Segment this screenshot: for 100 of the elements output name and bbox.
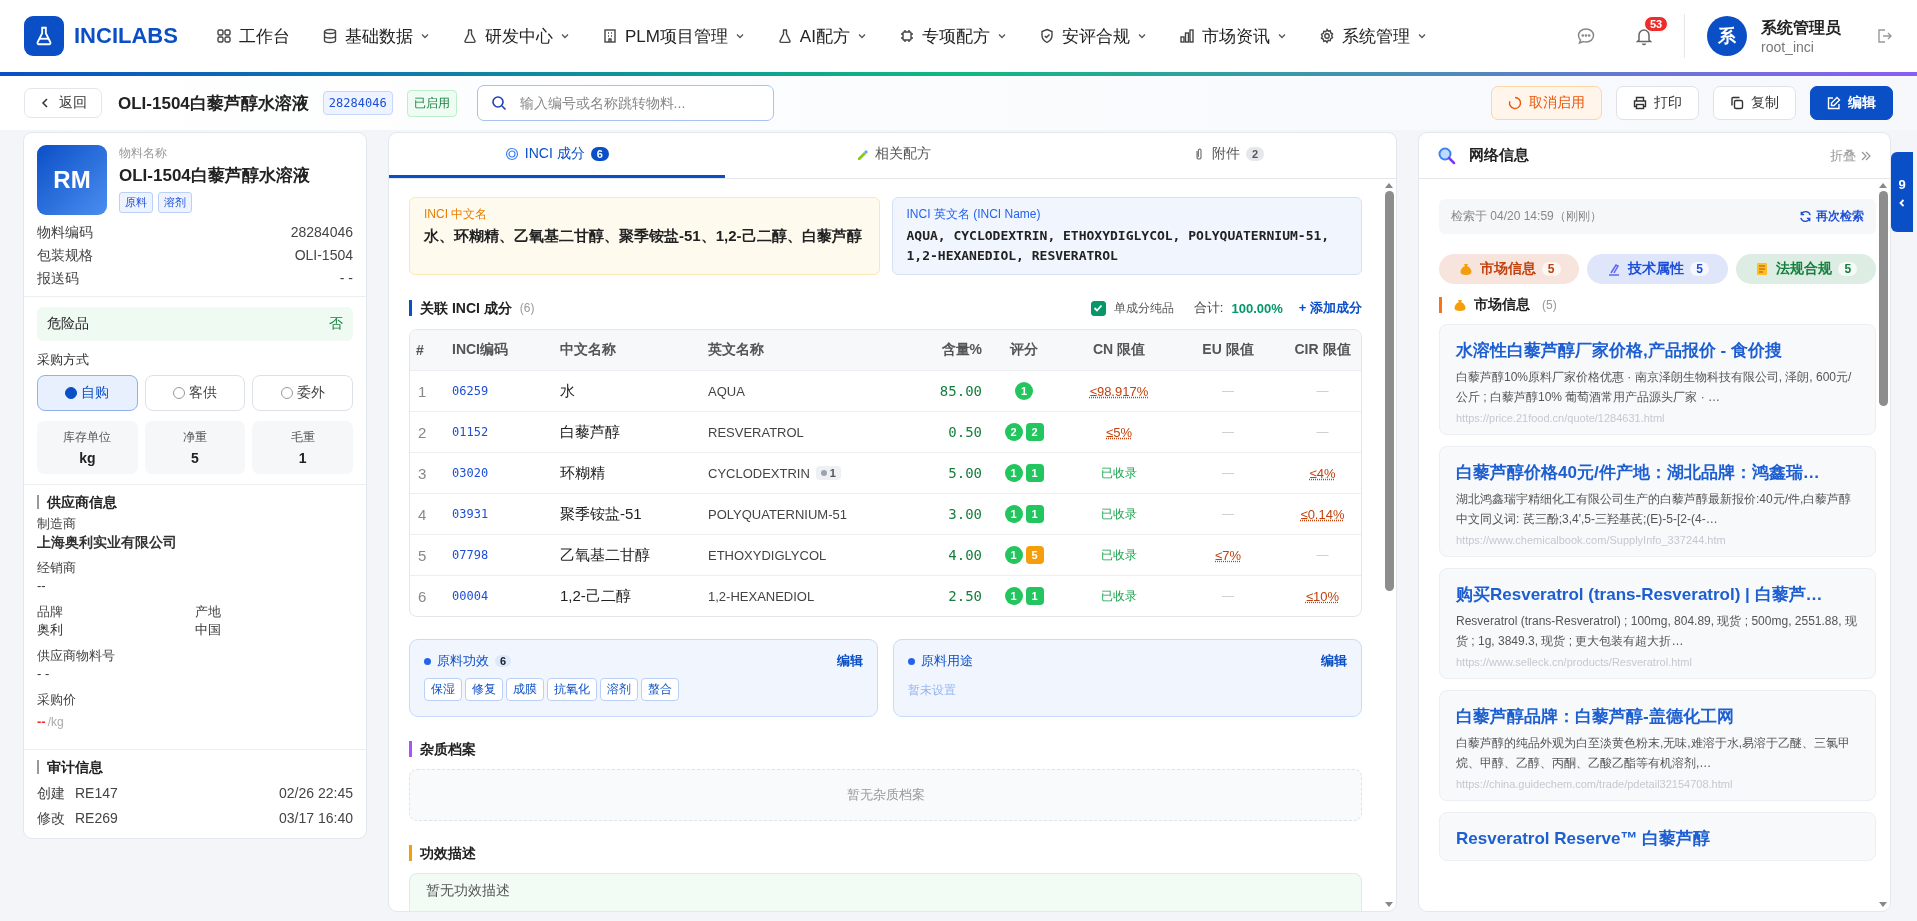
table-cell-text: 2.50 — [947, 588, 982, 604]
result-title-link[interactable]: 白藜芦醇价格40元/件产地：湖北品牌：鸿鑫瑞… — [1456, 461, 1861, 484]
nav-menu-item[interactable]: 专项配方 — [888, 18, 1017, 54]
nav-menu-item[interactable]: 市场资讯 — [1168, 18, 1297, 54]
refresh-icon — [1799, 210, 1812, 223]
score-badge: 1 — [1004, 464, 1023, 482]
category-chip[interactable]: 市场信息 5 — [1439, 254, 1580, 284]
grid-icon — [215, 28, 232, 44]
inci-code-link[interactable]: 03020 — [446, 466, 489, 480]
limit-value: ≤7% — [1215, 547, 1241, 563]
tab[interactable]: 附件 2 — [1060, 133, 1396, 178]
panel-title: 网络信息 — [1469, 146, 1529, 165]
listed-status: 已收录 — [1101, 546, 1137, 564]
field-label: 供应商物料号 — [37, 647, 116, 665]
logout-icon[interactable] — [1875, 27, 1893, 45]
effect-tag: 溶剂 — [600, 678, 638, 701]
limit-value: ≤10% — [1305, 588, 1340, 604]
inci-code-link[interactable]: 01152 — [446, 425, 489, 439]
building-icon — [601, 28, 618, 44]
score-badge: 2 — [1004, 423, 1023, 441]
nav-menu-item[interactable]: PLM项目管理 — [591, 18, 755, 54]
inci-code-link[interactable]: 07798 — [446, 548, 489, 562]
table-cell-text: 4.00 — [947, 547, 982, 563]
notification-badge: 53 — [1644, 16, 1669, 32]
money-bag-icon — [1452, 297, 1468, 313]
toolbar-button[interactable]: 复制 — [1713, 86, 1796, 120]
logo-icon — [24, 16, 64, 56]
total-value: 100.00% — [1231, 300, 1283, 316]
category-chip[interactable]: 技术属性 5 — [1587, 254, 1728, 284]
chat-icon[interactable] — [1576, 26, 1596, 46]
result-title-link[interactable]: Resveratrol Reserve™ 白藜芦醇 — [1456, 827, 1861, 850]
field-label: 产地 — [195, 603, 222, 621]
toolbar-button[interactable]: 编辑 — [1810, 86, 1893, 120]
inci-code-link[interactable]: 06259 — [446, 384, 489, 398]
purchase-option[interactable]: 客供 — [144, 375, 246, 411]
effect-tag: 保湿 — [424, 678, 462, 701]
search-field[interactable]: 输入编号或名称跳转物料... — [476, 85, 774, 121]
result-title-link[interactable]: 购买Resveratrol (trans-Resveratrol) | 白藜芦… — [1456, 583, 1861, 606]
card-label: INCI 中文名 — [424, 206, 489, 223]
chip-icon — [898, 28, 915, 44]
edit-link[interactable]: 编辑 — [837, 652, 863, 670]
field-label: 报送码 — [37, 269, 79, 288]
category-chip[interactable]: 法规合规 5 — [1735, 254, 1876, 284]
nav-menu-item[interactable]: AI配方 — [766, 18, 877, 54]
tab[interactable]: 相关配方 — [724, 133, 1061, 178]
user-account: root_inci — [1761, 38, 1815, 55]
row-number: 1 — [417, 382, 428, 400]
section-title: 功效描述 — [409, 845, 476, 861]
chevron-left-icon — [39, 97, 51, 109]
nav-menu-item[interactable]: 工作台 — [205, 18, 300, 54]
search-icon — [1437, 145, 1457, 166]
inci-code-link[interactable]: 00004 — [446, 589, 489, 603]
stat-label: 净重 — [183, 429, 207, 446]
add-ingredient-link[interactable]: + 添加成分 — [1298, 299, 1362, 317]
table-cell: ETHOXYDIGLYCOL — [708, 547, 827, 563]
radio-icon — [65, 387, 78, 399]
flask-icon — [776, 28, 793, 44]
table-cell-text: 5.00 — [947, 465, 982, 481]
result-title-link[interactable]: 白藜芦醇品牌：白藜芦醇-盖德化工网 — [1456, 705, 1861, 728]
section-title: 供应商信息 — [37, 495, 353, 509]
table-cell-text: 乙氧基二甘醇 — [559, 545, 651, 565]
radio-icon — [280, 387, 293, 399]
empty-text: 暂无功效描述 — [426, 882, 510, 898]
count-badge: 5 — [1838, 262, 1858, 276]
purchase-option[interactable]: 自购 — [37, 375, 138, 411]
row-number: 3 — [417, 464, 428, 482]
nav-menu-item[interactable]: 基础数据 — [311, 18, 440, 54]
inci-code-link[interactable]: 03931 — [446, 507, 489, 521]
section-title: 市场信息 — [1474, 296, 1530, 314]
count-badge: 6 — [590, 147, 609, 161]
purchase-option[interactable]: 委外 — [252, 375, 353, 411]
row-number: 6 — [417, 587, 428, 605]
nav-menu-item[interactable]: 系统管理 — [1308, 18, 1437, 54]
user-avatar[interactable]: 系 — [1707, 16, 1747, 56]
tab[interactable]: INCI 成分 6 — [389, 133, 725, 178]
checkbox[interactable] — [1090, 300, 1106, 316]
nav-menu-item[interactable]: 安评合规 — [1028, 18, 1157, 54]
count-badge: 6 — [495, 655, 512, 667]
field-label: 制造商 — [37, 515, 77, 533]
research-button[interactable]: 再次检索 — [1799, 208, 1864, 225]
result-title-link[interactable]: 水溶性白藜芦醇厂家价格,产品报价 - 食价搜 — [1456, 339, 1861, 362]
search-result-card[interactable]: Resveratrol Reserve™ 白藜芦醇 — [1439, 812, 1876, 861]
dot-icon — [908, 657, 915, 665]
back-button[interactable]: 返回 — [24, 88, 102, 118]
price-value: -- — [37, 713, 46, 731]
field-value: - - — [339, 269, 353, 288]
status-badge: 已启用 — [406, 89, 457, 117]
count-badge: 5 — [1690, 262, 1709, 276]
edit-link[interactable]: 编辑 — [1321, 652, 1347, 670]
stat-label: 库存单位 — [63, 429, 112, 446]
shield-icon — [1038, 28, 1055, 44]
field-label: 物料名称 — [119, 145, 168, 162]
dot-icon — [424, 657, 431, 665]
toolbar-button[interactable]: 打印 — [1616, 86, 1699, 120]
column-header: EU 限值 — [1201, 341, 1255, 359]
page-title: OLI-1504白藜芦醇水溶液 — [118, 92, 309, 115]
side-tab[interactable]: 9 — [1891, 152, 1913, 232]
nav-menu-item[interactable]: 研发中心 — [451, 18, 580, 54]
bell-icon[interactable] — [1634, 26, 1654, 46]
table-cell-text: 白藜芦醇 — [559, 422, 621, 442]
